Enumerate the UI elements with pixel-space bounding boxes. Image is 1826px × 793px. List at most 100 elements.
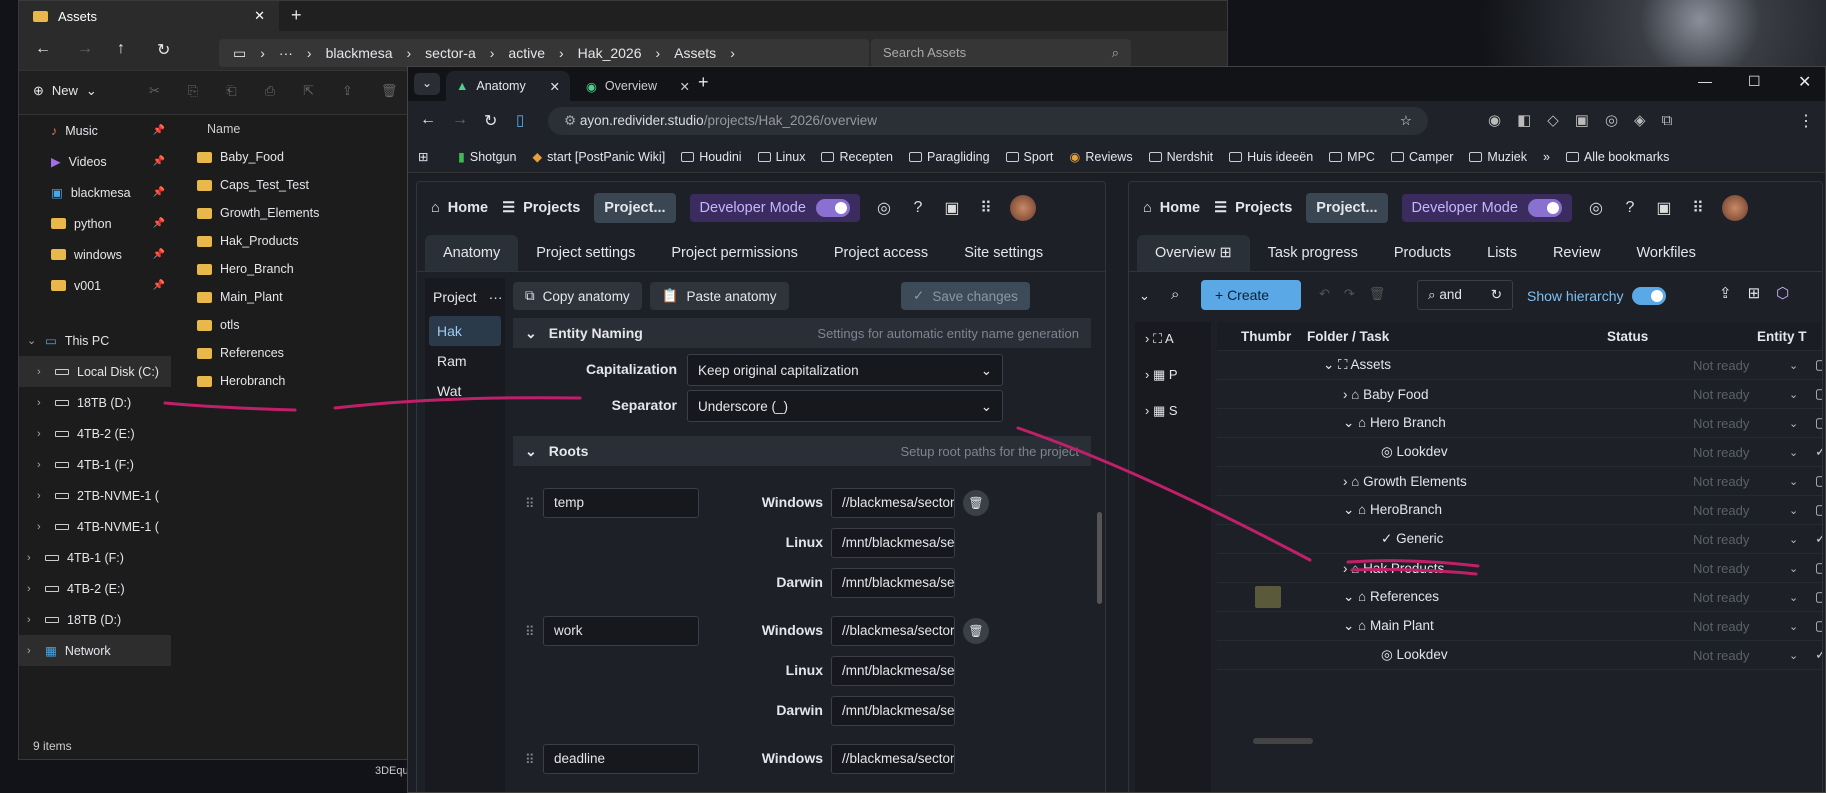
project-button[interactable]: Project...	[594, 193, 676, 223]
bookmark[interactable]: Paragliding	[908, 150, 990, 164]
url-bar[interactable]: ⚙ ayon.redivider.studio/projects/Hak_202…	[548, 107, 1428, 135]
trash-icon[interactable]: 🗑	[963, 490, 989, 516]
tab-overview[interactable]: ◉ Overview ✕	[576, 71, 700, 101]
column-header-thumbnail[interactable]: Thumbr	[1241, 329, 1291, 344]
list-item[interactable]: › ▦ S	[1135, 394, 1211, 430]
sidebar-drive[interactable]: › 4TB-2 (E:)	[19, 573, 171, 604]
root-path-input[interactable]: /mnt/blackmesa/sec	[831, 568, 955, 598]
apps-icon[interactable]: ⠿	[976, 198, 996, 218]
bookmark[interactable]: Houdini	[681, 150, 742, 164]
close-tab-icon[interactable]: ✕	[254, 8, 265, 24]
projects-button[interactable]: ☰ Projects	[502, 200, 580, 216]
root-path-input[interactable]: //blackmesa/sector-	[831, 744, 955, 774]
bookmark[interactable]: Linux	[757, 150, 805, 164]
projects-button[interactable]: ☰ Projects	[1214, 200, 1292, 216]
tab-project-access[interactable]: Project access	[816, 245, 946, 271]
filter-search-input[interactable]: ⌕ and ↻	[1417, 280, 1513, 310]
sidebar-item-python[interactable]: python 📌	[19, 208, 171, 239]
list-item[interactable]: References	[179, 339, 439, 367]
section-header[interactable]: ⌄ Roots Setup root paths for the project	[513, 436, 1091, 466]
bookmark[interactable]: Sport	[1005, 150, 1053, 164]
list-item[interactable]: Wat	[425, 376, 505, 406]
home-button[interactable]: ⌂ Home	[431, 200, 488, 216]
table-row[interactable]: ⌄ ⌂ ReferencesNot ready⌄▢ Fold	[1217, 583, 1822, 612]
avatar[interactable]	[1009, 195, 1036, 221]
list-item[interactable]: › ⛶ A	[1135, 322, 1211, 358]
apps-grid-icon[interactable]: ⊞	[418, 149, 428, 164]
back-arrow-icon[interactable]: ←	[35, 40, 51, 58]
list-item[interactable]: Baby_Food	[179, 143, 439, 171]
table-row[interactable]: ◎ LookdevNot ready⌄✓ Tas	[1217, 438, 1822, 467]
bookmark[interactable]: Nerdshit	[1148, 150, 1213, 164]
inbox-icon[interactable]: ▣	[942, 198, 962, 218]
root-path-input[interactable]: //blackmesa/sector-	[831, 616, 955, 646]
breadcrumb[interactable]: ▭ › ··· › blackmesa › sector-a › active › Hak_…	[219, 39, 869, 67]
avatar[interactable]	[1721, 195, 1748, 221]
more-icon[interactable]: ···	[489, 289, 503, 305]
tab-task-progress[interactable]: Task progress	[1250, 245, 1376, 271]
column-header-status[interactable]: Status	[1607, 329, 1648, 344]
root-path-input[interactable]: /mnt/blackmesa/sec	[831, 656, 955, 686]
sidebar-drive[interactable]: › 4TB-1 (F:)	[19, 449, 171, 480]
list-item[interactable]: Hero_Branch	[179, 255, 439, 283]
tab-anatomy[interactable]: Anatomy	[425, 235, 519, 271]
breadcrumb-item[interactable]: active	[508, 45, 545, 61]
tab-review[interactable]: Review	[1535, 245, 1619, 271]
paste-anatomy-button[interactable]: 📋 Paste anatomy	[649, 282, 789, 310]
scrollbar[interactable]	[1097, 512, 1102, 604]
explorer-search-input[interactable]: Search Assets ⌕	[871, 39, 1131, 67]
list-item[interactable]: otls	[179, 311, 439, 339]
tab-anatomy[interactable]: ▲ Anatomy ✕	[446, 71, 570, 101]
undo-redo-icons[interactable]: ↶↷🗑	[1319, 286, 1399, 302]
list-item[interactable]: Hak_Products	[179, 227, 439, 255]
breadcrumb-item[interactable]: sector-a	[425, 45, 476, 61]
tab-project-settings[interactable]: Project settings	[518, 245, 653, 271]
root-path-input[interactable]: /mnt/blackmesa/sec	[831, 696, 955, 726]
list-item[interactable]: Hak	[429, 316, 501, 346]
root-name-input[interactable]: work	[543, 616, 699, 646]
refresh-icon[interactable]: ↻	[157, 40, 170, 60]
bookmark[interactable]: ▮ Shotgun	[458, 149, 516, 165]
breadcrumb-item[interactable]: Assets	[674, 45, 716, 61]
forward-arrow-icon[interactable]: →	[77, 40, 93, 58]
explorer-tab[interactable]: Assets ✕	[19, 1, 279, 31]
list-item[interactable]: Ram	[425, 346, 505, 376]
tab-search-icon[interactable]: ⌄	[414, 73, 440, 95]
table-row[interactable]: ⌄ ⌂ Hero BranchNot ready⌄▢ Fold	[1217, 409, 1822, 438]
table-row[interactable]: › ⌂ Baby FoodNot ready⌄▢ Fold	[1217, 380, 1822, 409]
tab-overview[interactable]: Overview ⊞	[1137, 235, 1250, 271]
tab-site-settings[interactable]: Site settings	[946, 245, 1061, 271]
apps-icon[interactable]: ⠿	[1688, 198, 1708, 218]
new-tab-icon[interactable]: +	[291, 5, 302, 26]
sidebar-item-blackmesa[interactable]: ▣ blackmesa 📌	[19, 177, 171, 208]
sidebar-this-pc[interactable]: ⌄ ▭ This PC	[19, 325, 171, 356]
table-row[interactable]: › ⌂ Growth ElementsNot ready⌄▢ Fold	[1217, 467, 1822, 496]
table-row[interactable]: ⌄ ⛶ AssetsNot ready⌄▢ Fold	[1217, 351, 1822, 380]
thumbnail[interactable]	[1255, 586, 1281, 608]
sidebar-drive[interactable]: › Local Disk (C:)	[19, 356, 171, 387]
new-button[interactable]: ⊕ New ⌄	[33, 83, 97, 99]
sidebar-drive[interactable]: › 4TB-NVME-1 (	[19, 511, 171, 542]
help-icon[interactable]: ?	[908, 198, 928, 218]
home-button[interactable]: ⌂ Home	[1143, 200, 1200, 216]
create-button[interactable]: + Create	[1201, 280, 1301, 310]
table-row[interactable]: ✓ GenericNot ready⌄✓ Tas	[1217, 525, 1822, 554]
project-button[interactable]: Project...	[1306, 193, 1388, 223]
drag-handle-icon[interactable]: ⠿	[525, 496, 535, 512]
all-bookmarks[interactable]: Alle bookmarks	[1565, 150, 1669, 164]
separator-select[interactable]: Underscore (_) ⌄	[687, 390, 1003, 422]
bookmark[interactable]: MPC	[1329, 150, 1375, 164]
inbox-icon[interactable]: ▣	[1654, 198, 1674, 218]
bookmark[interactable]: Huis ideeën	[1229, 150, 1313, 164]
bookmark[interactable]: ◉ Reviews	[1069, 149, 1132, 165]
column-header-name[interactable]: Name	[179, 115, 439, 143]
horizontal-scrollbar[interactable]	[1253, 738, 1313, 744]
sidebar-network[interactable]: › ▦ Network	[19, 635, 171, 666]
root-path-input[interactable]: //blackmesa/sector-	[831, 488, 955, 518]
list-item[interactable]: Growth_Elements	[179, 199, 439, 227]
column-header-folder-task[interactable]: Folder / Task	[1307, 329, 1389, 344]
minimize-icon[interactable]: —	[1698, 73, 1712, 89]
search-icon[interactable]: ⌕	[1171, 286, 1179, 303]
view-option-icons[interactable]: ⇪⊞⬡	[1719, 284, 1805, 302]
sidebar-item-v001[interactable]: v001 📌	[19, 270, 171, 301]
